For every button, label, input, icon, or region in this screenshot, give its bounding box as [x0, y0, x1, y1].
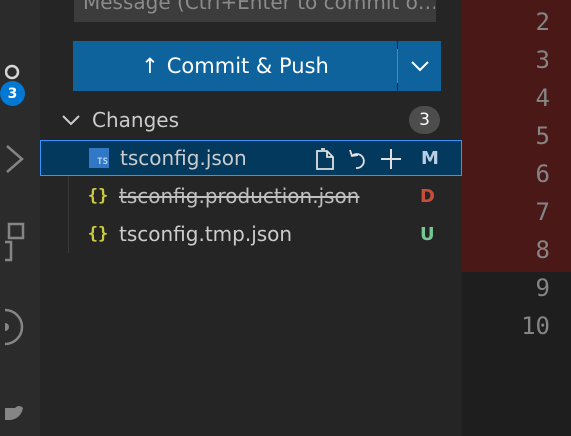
json-file-icon: {}: [87, 186, 109, 206]
changes-count-badge: 3: [409, 106, 440, 134]
changed-file-row[interactable]: {} tsconfig.tmp.json U: [40, 216, 462, 252]
changes-label: Changes: [92, 108, 179, 132]
line-number: 7: [535, 198, 550, 226]
stage-changes-icon[interactable]: [377, 145, 404, 172]
line-number: 6: [535, 160, 550, 188]
line-number: 8: [535, 236, 550, 264]
docker-icon[interactable]: [0, 396, 40, 426]
commit-options-dropdown[interactable]: [398, 41, 441, 91]
changed-file-row[interactable]: {} tsconfig.production.json D: [40, 178, 462, 214]
file-name: tsconfig.production.json: [119, 184, 360, 208]
file-status-modified: M: [421, 147, 439, 169]
chevron-down-icon: [62, 115, 80, 126]
chevron-down-icon: [410, 61, 429, 72]
commit-button-label: Commit & Push: [166, 54, 329, 78]
remote-explorer-icon[interactable]: [0, 305, 40, 349]
file-status-untracked: U: [420, 223, 435, 245]
line-number: 2: [535, 8, 550, 36]
source-control-badge: 3: [0, 81, 25, 106]
typescript-file-icon: TS: [89, 148, 109, 168]
source-control-panel: Message (Ctrl+Enter to commit o… ↑ Commi…: [40, 0, 462, 436]
diff-editor[interactable]: 2 3 4 5 6 7 8 9 10: [462, 0, 571, 436]
line-number: 4: [535, 84, 550, 112]
file-name: tsconfig.json: [120, 146, 247, 170]
json-file-icon: {}: [87, 224, 109, 244]
row-actions: [311, 145, 404, 172]
commit-and-push-button[interactable]: ↑ Commit & Push: [73, 41, 397, 91]
discard-changes-icon[interactable]: [344, 145, 371, 172]
line-number: 5: [535, 122, 550, 150]
commit-message-input[interactable]: Message (Ctrl+Enter to commit o…: [74, 0, 436, 22]
open-file-icon[interactable]: [311, 145, 338, 172]
file-status-deleted: D: [420, 185, 435, 207]
run-debug-icon[interactable]: [0, 142, 40, 176]
activity-bar: 3: [0, 0, 40, 436]
changes-group-header[interactable]: Changes: [60, 104, 442, 136]
line-number: 9: [535, 274, 550, 302]
changed-file-row[interactable]: TS tsconfig.json M: [40, 140, 462, 176]
line-number: 3: [535, 46, 550, 74]
line-number: 10: [521, 312, 550, 340]
file-name: tsconfig.tmp.json: [119, 222, 293, 246]
extensions-icon[interactable]: [0, 220, 40, 264]
arrow-up-icon: ↑: [141, 54, 159, 78]
